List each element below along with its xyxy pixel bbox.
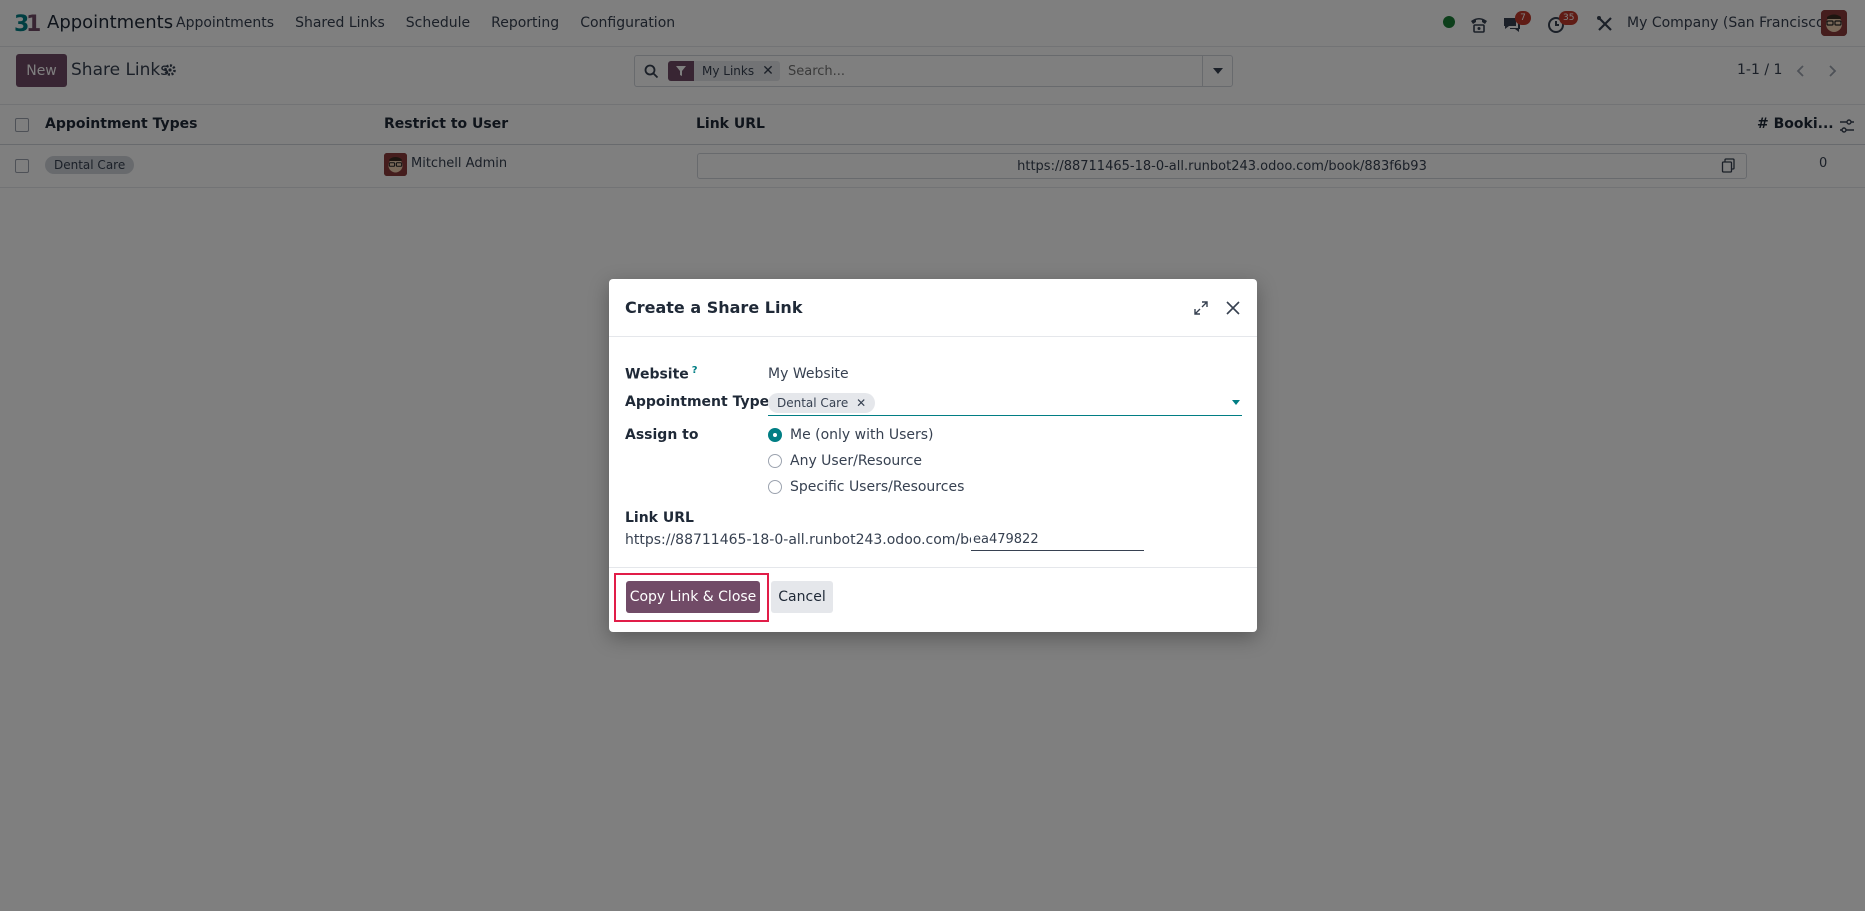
assign-option-me[interactable]: Me (only with Users) <box>768 427 934 443</box>
copy-link-close-button[interactable]: Copy Link & Close <box>626 581 760 613</box>
website-label-text: Website <box>625 366 689 383</box>
radio-label: Specific Users/Resources <box>790 479 965 495</box>
appointment-type-tag: Dental Care ✕ <box>768 393 876 413</box>
assign-option-specific[interactable]: Specific Users/Resources <box>768 479 964 495</box>
radio-me-checked[interactable] <box>768 428 782 442</box>
radio-label: Me (only with Users) <box>790 427 934 443</box>
dropdown-caret-icon[interactable] <box>1232 400 1240 405</box>
link-url-suffix-input[interactable] <box>971 529 1144 551</box>
create-share-link-dialog: Create a Share Link Website? My Website … <box>609 279 1257 632</box>
appointment-types-label: Appointment Types <box>625 394 778 410</box>
website-label: Website? <box>625 365 698 383</box>
radio-any[interactable] <box>768 454 782 468</box>
expand-icon[interactable] <box>1193 300 1209 316</box>
close-icon[interactable] <box>1224 299 1242 317</box>
appointment-type-tag-label: Dental Care <box>777 396 849 410</box>
modal-footer: Copy Link & Close Cancel <box>609 567 1257 632</box>
tag-remove-icon[interactable]: ✕ <box>856 396 866 410</box>
link-url-label: Link URL <box>625 510 694 526</box>
modal-title: Create a Share Link <box>625 298 803 317</box>
assign-option-any[interactable]: Any User/Resource <box>768 453 922 469</box>
cancel-button[interactable]: Cancel <box>771 581 833 613</box>
website-value: My Website <box>768 366 849 382</box>
link-url-prefix: https://88711465-18-0-all.runbot243.odoo… <box>625 532 999 548</box>
modal-header: Create a Share Link <box>609 279 1257 337</box>
assign-to-label: Assign to <box>625 427 699 443</box>
radio-specific[interactable] <box>768 480 782 494</box>
appointment-types-field[interactable]: Dental Care ✕ <box>768 392 1242 416</box>
radio-label: Any User/Resource <box>790 453 923 469</box>
help-tooltip-icon[interactable]: ? <box>692 365 698 376</box>
